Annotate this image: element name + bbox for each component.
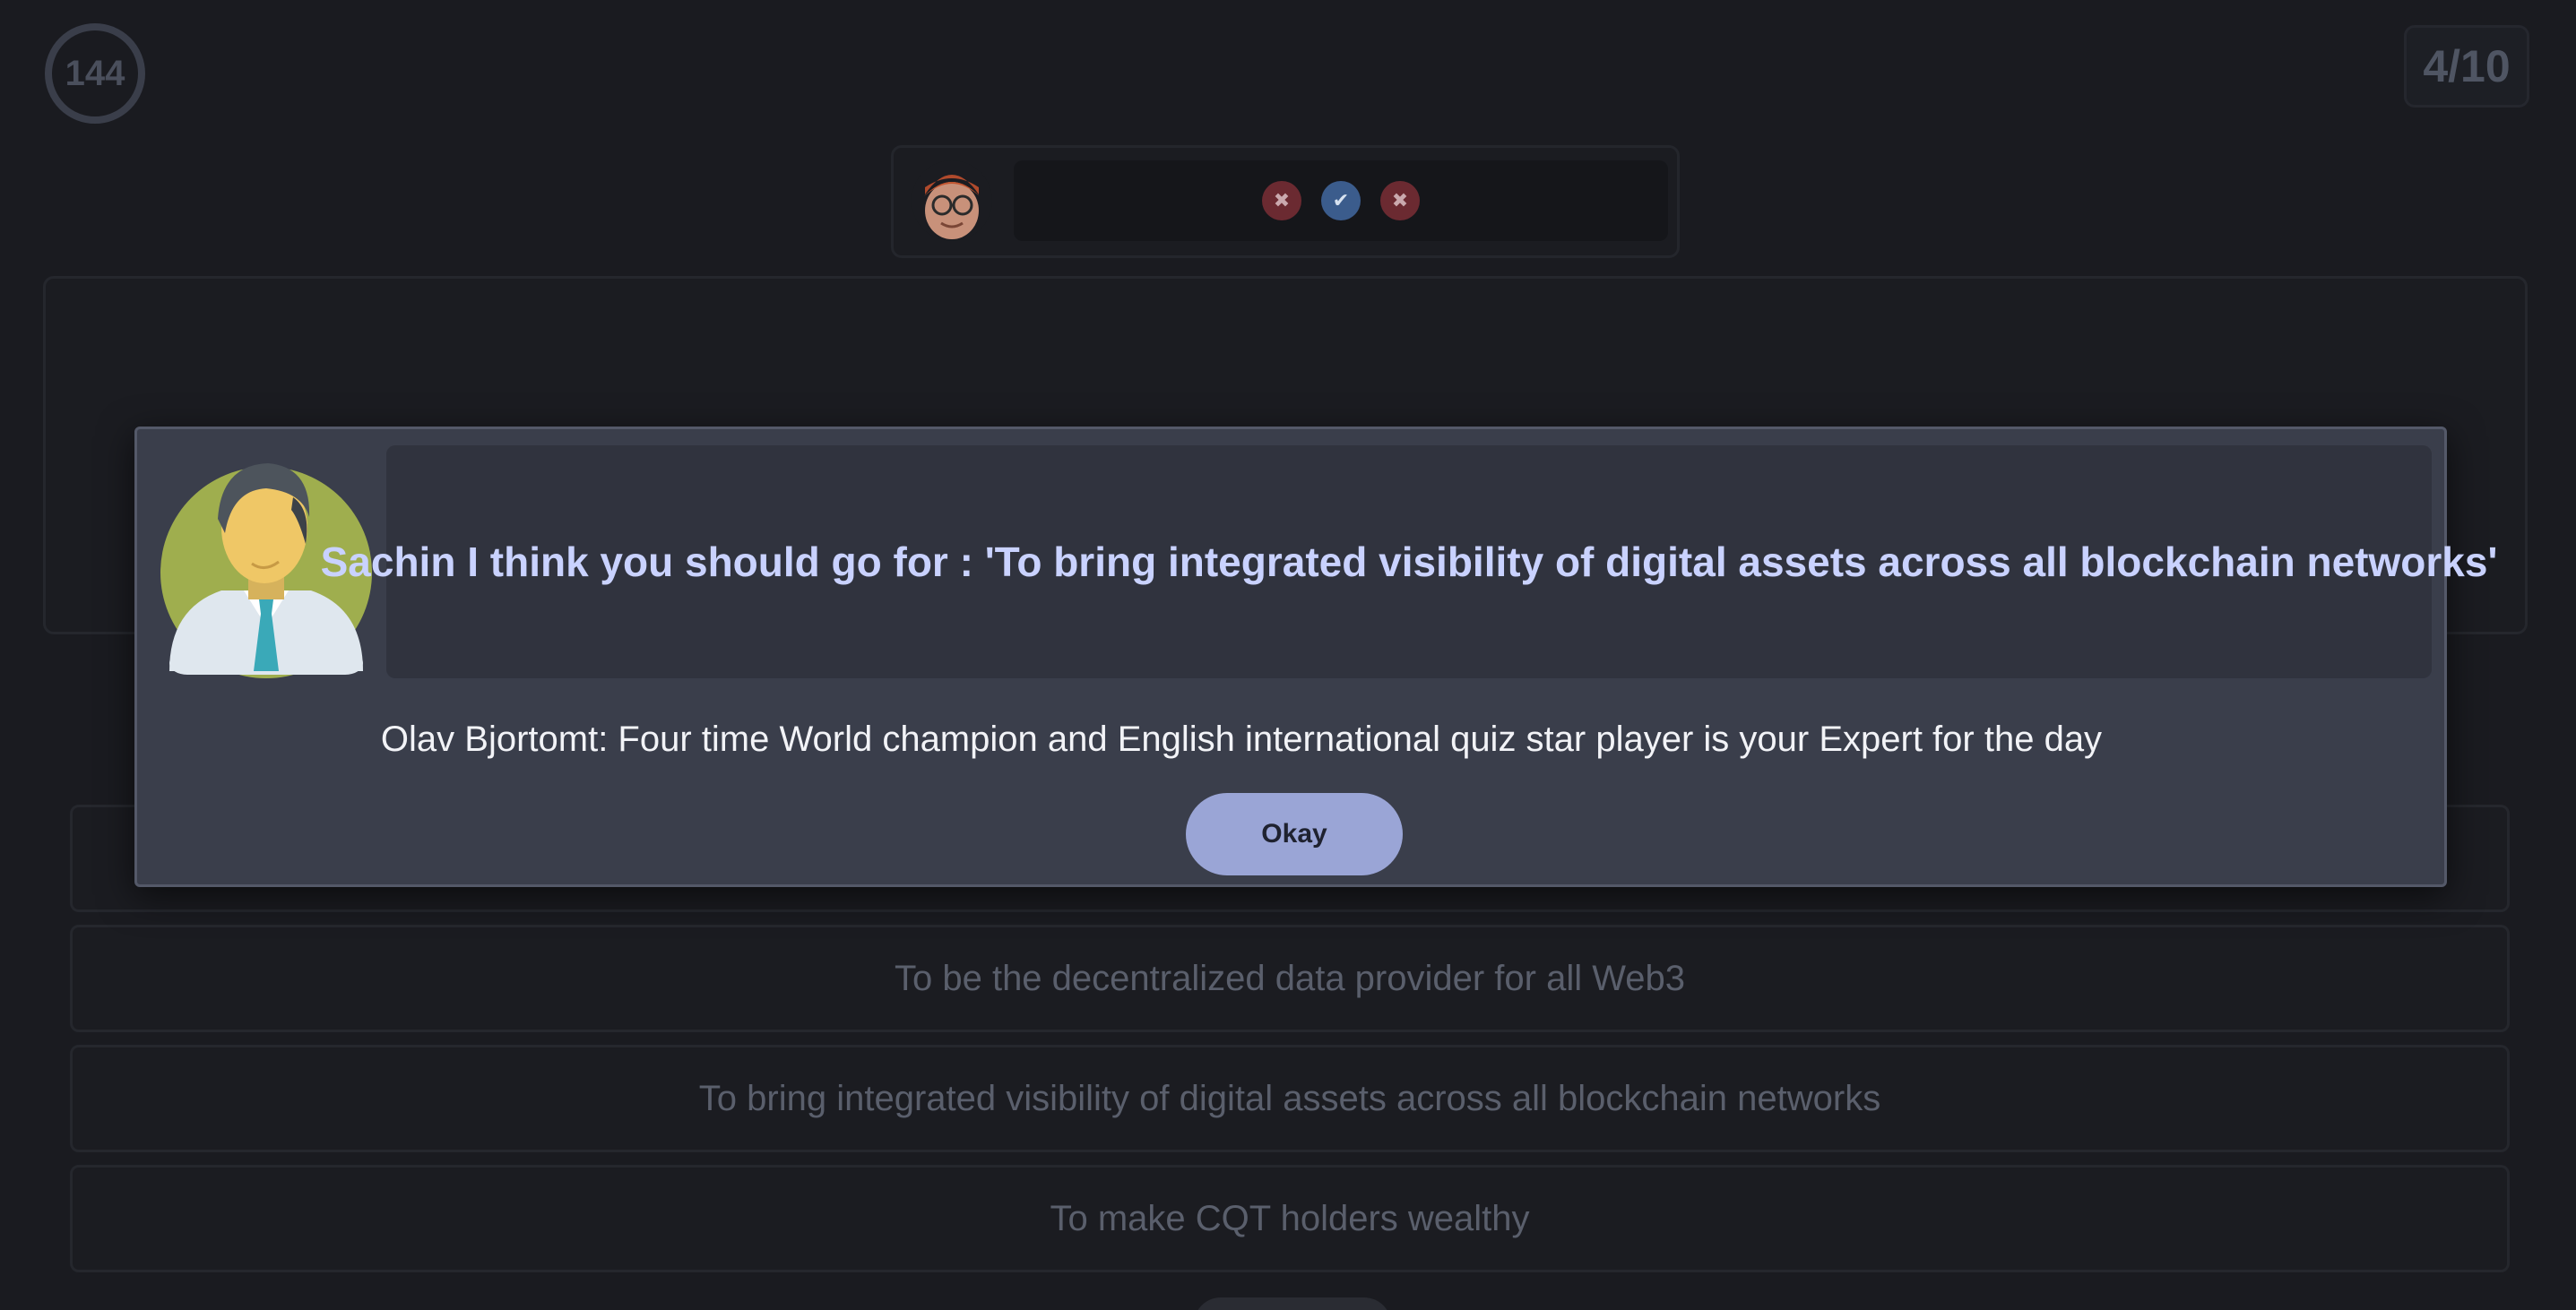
option-label: To bring integrated visibility of digita…	[698, 1078, 1881, 1118]
check-icon: ✔	[1321, 181, 1361, 220]
answer-option-3[interactable]: To bring integrated visibility of digita…	[70, 1045, 2510, 1152]
timer-value: 144	[65, 53, 125, 93]
countdown-timer: 144	[45, 23, 145, 124]
answer-option-4[interactable]: To make CQT holders wealthy	[70, 1165, 2510, 1272]
okay-button[interactable]: Okay	[1186, 793, 1403, 875]
memoji-avatar-icon	[912, 160, 992, 241]
close-icon: ✖	[1380, 181, 1420, 220]
expert-advice-modal: Sachin I think you should go for : 'To b…	[134, 427, 2497, 887]
close-icon: ✖	[1262, 181, 1301, 220]
option-label: To make CQT holders wealthy	[1050, 1198, 1530, 1238]
quiz-screen: 144 4/10 ✖ ✔ ✖ To be the decentralized d…	[0, 0, 2576, 1310]
next-button[interactable]	[1194, 1297, 1391, 1310]
option-label: To be the decentralized data provider fo…	[894, 958, 1685, 998]
answer-option-2[interactable]: To be the decentralized data provider fo…	[70, 925, 2510, 1032]
expert-message: Sachin I think you should go for : 'To b…	[320, 539, 2498, 585]
expert-intro-text: Olav Bjortomt: Four time World champion …	[380, 720, 2103, 759]
player-answer-strip: ✖ ✔ ✖	[891, 145, 1680, 258]
question-progress: 4/10	[2404, 25, 2529, 108]
progress-label: 4/10	[2423, 41, 2511, 91]
answer-history: ✖ ✔ ✖	[1014, 160, 1668, 241]
expert-message-box: Sachin I think you should go for : 'To b…	[321, 445, 2497, 678]
